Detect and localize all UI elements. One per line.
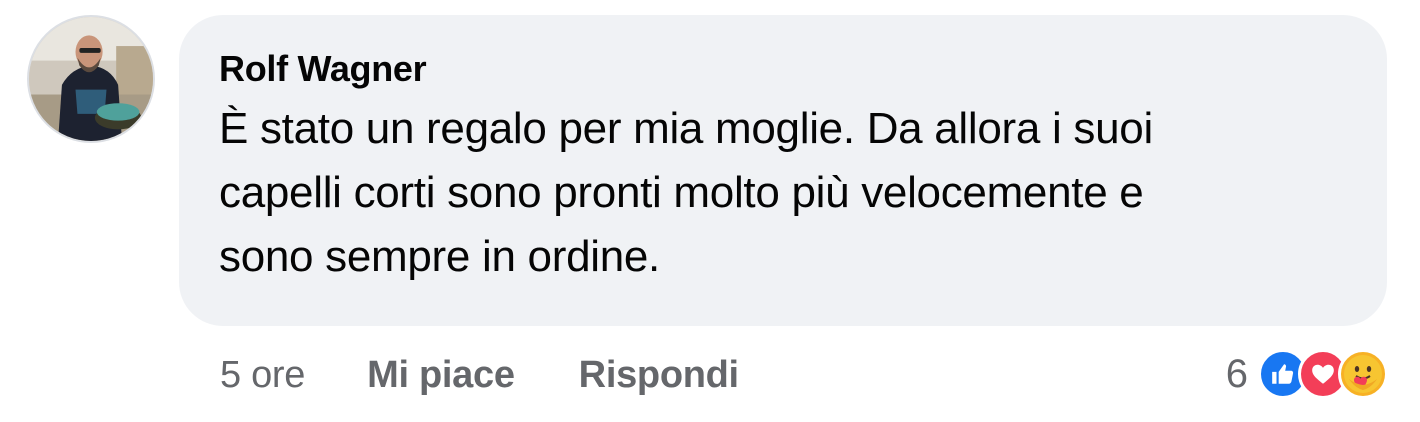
comment-author[interactable]: Rolf Wagner (219, 45, 1347, 93)
avatar[interactable] (27, 15, 155, 143)
reply-button[interactable]: Rispondi (579, 354, 739, 397)
reaction-count: 6 (1225, 351, 1248, 396)
comment-actions: 5 ore Mi piace Rispondi (220, 348, 803, 402)
care-icon (1338, 349, 1388, 399)
comment: Rolf Wagner È stato un regalo per mia mo… (0, 0, 1420, 422)
comment-timestamp[interactable]: 5 ore (220, 354, 305, 397)
comment-text-line: capelli corti sono pronti molto più velo… (219, 168, 1144, 217)
comment-bubble: Rolf Wagner È stato un regalo per mia mo… (179, 15, 1387, 326)
comment-text-line: È stato un regalo per mia moglie. Da all… (219, 104, 1153, 153)
like-button[interactable]: Mi piace (367, 354, 515, 397)
reactions-summary[interactable]: 6 (1226, 346, 1388, 402)
avatar-photo (29, 17, 153, 141)
comment-text-line: sono sempre in ordine. (219, 232, 660, 281)
comment-text: È stato un regalo per mia moglie. Da all… (219, 97, 1347, 289)
reaction-icons (1258, 349, 1388, 399)
